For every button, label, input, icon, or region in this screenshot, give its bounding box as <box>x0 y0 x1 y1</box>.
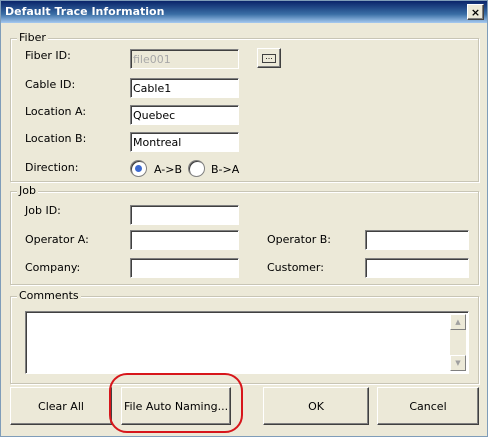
location-b-field[interactable]: Montreal <box>130 132 239 152</box>
cable-id-field[interactable]: Cable1 <box>130 78 239 98</box>
job-legend: Job <box>17 184 38 197</box>
clear-all-label: Clear All <box>38 399 84 413</box>
location-a-label: Location A: <box>25 105 87 118</box>
file-auto-naming-label: File Auto Naming... <box>123 399 229 413</box>
window-title: Default Trace Information <box>5 5 165 18</box>
company-field[interactable] <box>130 258 239 278</box>
comments-textarea[interactable]: ▲ ▼ <box>25 311 469 374</box>
trace-info-dialog: Default Trace Information × Fiber Fiber … <box>0 0 488 437</box>
title-bar[interactable]: Default Trace Information × <box>1 1 487 23</box>
file-auto-naming-button[interactable]: File Auto Naming... <box>121 387 231 425</box>
scroll-up-icon[interactable]: ▲ <box>450 314 466 330</box>
customer-field[interactable] <box>365 258 469 278</box>
browse-button[interactable]: ... <box>257 48 281 68</box>
location-a-field[interactable]: Quebec <box>130 105 239 125</box>
operator-a-label: Operator A: <box>25 233 89 246</box>
location-b-label: Location B: <box>25 132 87 145</box>
cancel-label: Cancel <box>409 399 447 413</box>
scroll-down-icon[interactable]: ▼ <box>450 355 466 371</box>
direction-label: Direction: <box>25 161 79 174</box>
job-id-label: Job ID: <box>25 204 61 217</box>
direction-b-to-a-label[interactable]: B->A <box>211 163 239 176</box>
cable-id-label: Cable ID: <box>25 78 76 91</box>
comments-legend: Comments <box>17 289 81 302</box>
close-icon: × <box>470 5 481 19</box>
direction-b-to-a-radio[interactable] <box>188 160 205 177</box>
ellipsis-icon: ... <box>262 52 276 63</box>
fiber-id-field[interactable]: file001 <box>130 49 239 69</box>
ok-button[interactable]: OK <box>263 387 369 425</box>
job-id-field[interactable] <box>130 205 239 225</box>
direction-a-to-b-label[interactable]: A->B <box>154 163 182 176</box>
fiber-legend: Fiber <box>17 31 48 44</box>
fiber-id-label: Fiber ID: <box>25 49 71 62</box>
ok-label: OK <box>308 399 324 413</box>
direction-a-to-b-radio[interactable] <box>130 160 147 177</box>
operator-b-field[interactable] <box>365 230 469 250</box>
cancel-button[interactable]: Cancel <box>377 387 479 425</box>
comments-scrollbar[interactable]: ▲ ▼ <box>450 314 466 371</box>
customer-label: Customer: <box>267 261 324 274</box>
clear-all-button[interactable]: Clear All <box>10 387 112 425</box>
company-label: Company: <box>25 261 81 274</box>
operator-a-field[interactable] <box>130 230 239 250</box>
close-button[interactable]: × <box>467 4 484 20</box>
operator-b-label: Operator B: <box>267 233 331 246</box>
